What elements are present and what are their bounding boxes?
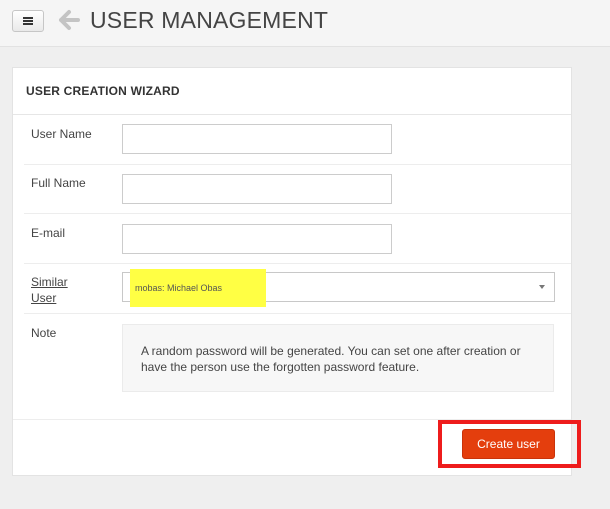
similar-user-label-line2: User <box>31 291 57 305</box>
arrow-left-icon[interactable] <box>58 9 80 31</box>
similar-user-label-line1: Similar <box>31 275 68 289</box>
note-text: A random password will be generated. You… <box>141 344 521 374</box>
page-header: USER MANAGEMENT <box>0 0 610 47</box>
full-name-label: Full Name <box>31 176 86 190</box>
chevron-down-icon <box>539 285 545 289</box>
full-name-input[interactable] <box>122 174 392 204</box>
row-divider <box>24 164 571 165</box>
highlight-frame <box>438 420 581 468</box>
similar-user-selected-value: mobas: Michael Obas <box>135 283 223 293</box>
similar-user-select[interactable]: mobas: Michael Obas <box>122 269 555 307</box>
note-box: A random password will be generated. You… <box>122 324 554 392</box>
page-title: USER MANAGEMENT <box>90 7 329 33</box>
row-divider <box>24 263 571 264</box>
hamburger-icon <box>23 17 33 25</box>
row-divider <box>24 313 571 314</box>
menu-toggle-button[interactable] <box>12 10 44 32</box>
note-label: Note <box>31 326 57 340</box>
email-label: E-mail <box>31 226 66 240</box>
user-creation-wizard-panel: USER CREATION WIZARD User Name Full Name… <box>12 67 572 476</box>
user-name-input[interactable] <box>122 124 392 154</box>
panel-divider <box>13 114 571 115</box>
panel-title: USER CREATION WIZARD <box>26 84 180 98</box>
user-name-label: User Name <box>31 127 92 141</box>
email-input[interactable] <box>122 224 392 254</box>
row-divider <box>24 213 571 214</box>
similar-user-label[interactable]: Similar User <box>31 274 68 306</box>
